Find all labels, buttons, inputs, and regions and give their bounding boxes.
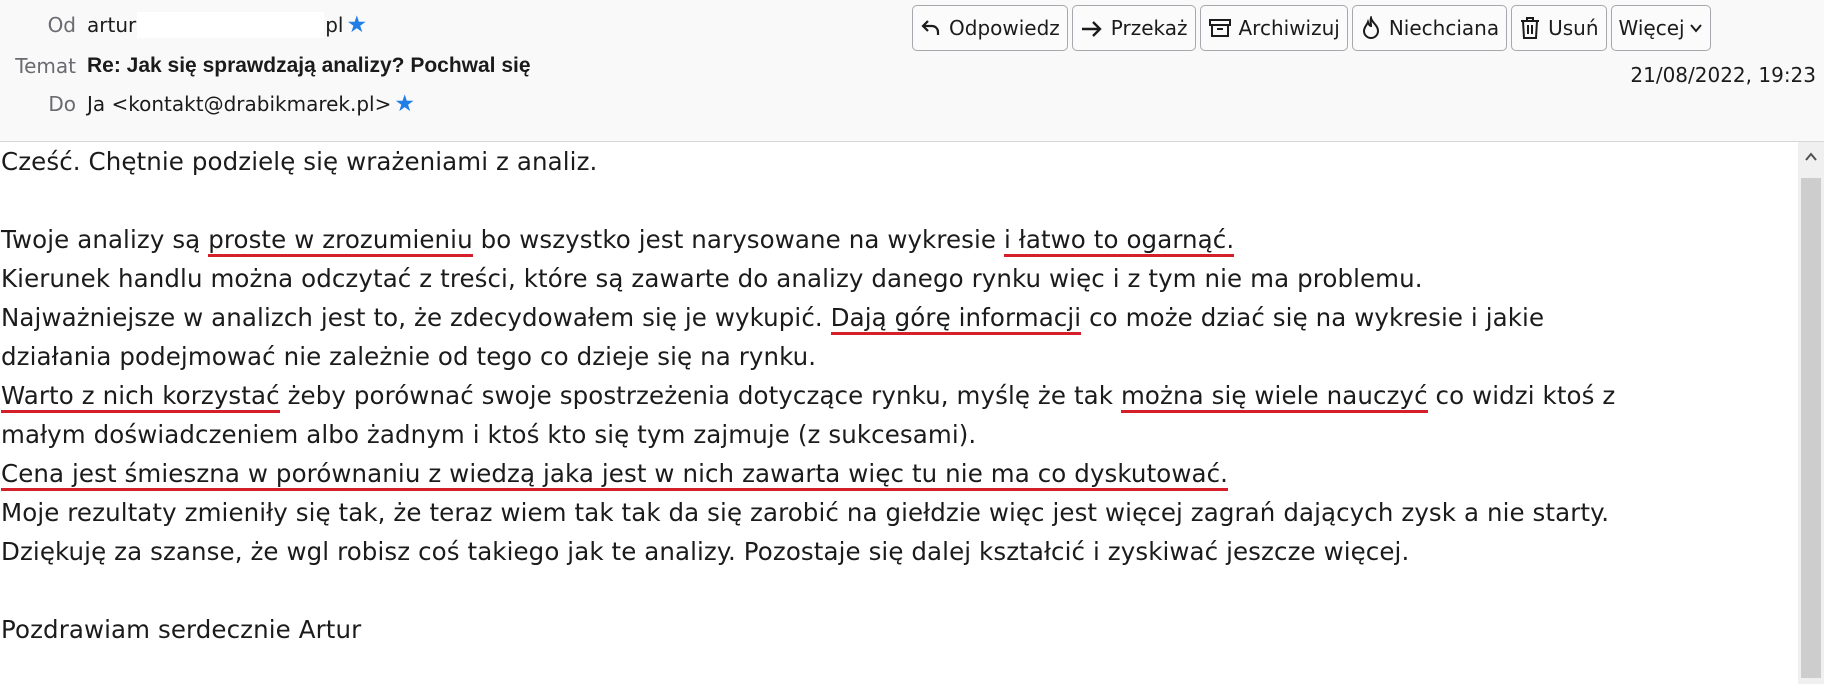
highlighted-phrase: można się wiele nauczyć bbox=[1120, 381, 1428, 413]
trash-icon bbox=[1521, 17, 1540, 39]
sender-name-start[interactable]: artur bbox=[87, 13, 136, 37]
junk-button[interactable]: Niechciana bbox=[1351, 5, 1508, 51]
text-segment: Najważniejsze w analizch jest to, że zde… bbox=[1, 303, 831, 332]
archive-label: Archiwizuj bbox=[1238, 16, 1340, 40]
subject-row: Temat Re: Jak się sprawdzają analizy? Po… bbox=[0, 51, 531, 81]
scroll-up-arrow[interactable] bbox=[1798, 146, 1824, 168]
highlighted-phrase: Dają górę informacji bbox=[830, 303, 1082, 335]
highlighted-phrase: proste w zrozumieniu bbox=[208, 225, 473, 257]
subject-label: Temat bbox=[15, 54, 76, 78]
body-line: Najważniejsze w analizch jest to, że zde… bbox=[0, 298, 1798, 337]
message-body: Cześć. Chętnie podzielę się wrażeniami z… bbox=[0, 142, 1798, 684]
message-date: 21/08/2022, 19:23 bbox=[1630, 63, 1816, 87]
body-line: małym doświadczeniem albo żadnym i ktoś … bbox=[1, 420, 977, 449]
from-label: Od bbox=[47, 13, 76, 37]
to-label: Do bbox=[48, 92, 76, 116]
star-icon[interactable]: ★ bbox=[346, 13, 367, 37]
body-line: Dziękuję za szanse, że wgl robisz coś ta… bbox=[1, 537, 1410, 566]
archive-icon bbox=[1208, 19, 1231, 37]
delete-button[interactable]: Usuń bbox=[1511, 5, 1607, 51]
forward-label: Przekaż bbox=[1110, 16, 1188, 40]
more-button[interactable]: Więcej bbox=[1610, 5, 1711, 51]
highlighted-phrase: Warto z nich korzystać bbox=[1, 381, 280, 413]
body-line: Kierunek handlu można odczytać z treści,… bbox=[1, 264, 1423, 293]
from-row: Od artur pl ★ bbox=[0, 10, 367, 40]
text-segment: co może dziać się na wykresie i jakie bbox=[1081, 303, 1545, 332]
recipient[interactable]: Ja <kontakt@drabikmarek.pl> bbox=[87, 92, 391, 116]
body-line: Twoje analizy są proste w zrozumieniu bo… bbox=[0, 220, 1798, 259]
text-segment: bo wszystko jest narysowane na wykresie bbox=[472, 225, 1004, 254]
reply-label: Odpowiedz bbox=[949, 16, 1060, 40]
body-line: Cześć. Chętnie podzielę się wrażeniami z… bbox=[1, 147, 598, 176]
scroll-thumb[interactable] bbox=[1801, 178, 1821, 678]
chevron-down-icon bbox=[1689, 24, 1702, 33]
forward-button[interactable]: Przekaż bbox=[1071, 5, 1196, 51]
body-line: działania podejmować nie zależnie od teg… bbox=[1, 342, 817, 371]
body-line: Moje rezultaty zmieniły się tak, że tera… bbox=[1, 498, 1610, 527]
text-segment: Twoje analizy są bbox=[1, 225, 209, 254]
junk-label: Niechciana bbox=[1388, 16, 1500, 40]
message-toolbar: Odpowiedz Przekaż Archiwizuj Niechciana … bbox=[912, 5, 1715, 51]
vertical-scrollbar[interactable] bbox=[1798, 142, 1824, 684]
sender-name-end[interactable]: pl bbox=[325, 13, 343, 37]
reply-icon bbox=[921, 20, 940, 35]
archive-button[interactable]: Archiwizuj bbox=[1199, 5, 1348, 51]
text-segment: żeby porównać swoje spostrzeżenia dotycz… bbox=[279, 381, 1121, 410]
highlighted-phrase: i łatwo to ogarnąć. bbox=[1003, 225, 1235, 257]
star-icon[interactable]: ★ bbox=[394, 92, 415, 116]
message-header: Od artur pl ★ Temat Re: Jak się sprawdzaj… bbox=[0, 0, 1824, 142]
forward-icon bbox=[1081, 21, 1102, 37]
subject-text: Re: Jak się sprawdzają analizy? Pochwal … bbox=[87, 54, 531, 77]
highlighted-phrase: Cena jest śmieszna w porównaniu z wiedzą… bbox=[1, 459, 1229, 491]
chevron-up-icon bbox=[1805, 152, 1817, 161]
reply-button[interactable]: Odpowiedz bbox=[912, 5, 1068, 51]
text-segment: co widzi ktoś z bbox=[1427, 381, 1616, 410]
body-line: Warto z nich korzystać żeby porównać swo… bbox=[0, 376, 1798, 415]
delete-label: Usuń bbox=[1548, 16, 1599, 40]
to-row: Do Ja <kontakt@drabikmarek.pl> ★ bbox=[0, 89, 415, 119]
more-label: Więcej bbox=[1618, 16, 1685, 40]
junk-icon bbox=[1362, 16, 1379, 39]
body-line: Pozdrawiam serdecznie Artur bbox=[1, 615, 362, 644]
redacted-block bbox=[137, 12, 325, 38]
body-line: Cena jest śmieszna w porównaniu z wiedzą… bbox=[0, 454, 1798, 493]
